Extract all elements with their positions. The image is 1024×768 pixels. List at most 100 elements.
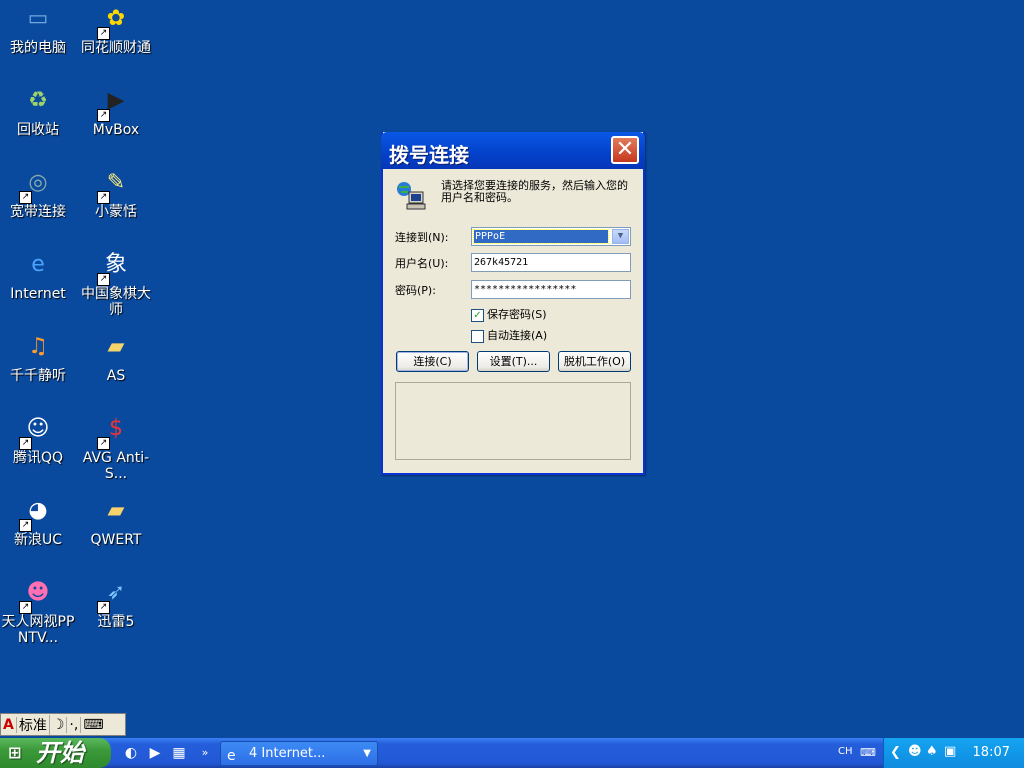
tray-expand-icon[interactable]: ❮ xyxy=(890,745,901,760)
shortcut-arrow-icon: ↗ xyxy=(97,601,110,614)
ppntv-icon: ☻ ↗ xyxy=(19,578,55,614)
ime-mode[interactable]: 标准 xyxy=(17,714,50,735)
internet-explorer-icon: e xyxy=(31,252,45,277)
moon-icon[interactable]: ☽ xyxy=(50,716,68,733)
desktop-icon-ttplayer[interactable]: ♫ 千千静听 xyxy=(0,330,76,384)
tonghuashun-icon: ✿ ↗ xyxy=(97,4,133,40)
punctuation-toggle[interactable]: ·, xyxy=(67,716,82,733)
keyboard-icon[interactable]: ⌨ xyxy=(81,717,105,733)
dialog-title: 拨号连接 xyxy=(389,143,469,167)
ime-logo-icon[interactable]: A xyxy=(1,716,17,733)
folder-icon: ▰ xyxy=(107,334,125,359)
desktop-icon-mvbox[interactable]: ▶ ↗ MvBox xyxy=(78,84,154,138)
chevron-down-icon: ▼ xyxy=(363,748,371,759)
desktop-icon-label: 腾讯QQ xyxy=(12,450,64,466)
quicklaunch-messenger-icon[interactable]: ◐ xyxy=(122,744,140,762)
mvbox-icon: ▶ ↗ xyxy=(97,86,133,122)
task-label: 4 Internet... xyxy=(249,746,326,761)
desktop-icon-label: 千千静听 xyxy=(10,368,66,384)
username-label: 用户名(U): xyxy=(395,257,449,270)
desktop-icon-folder[interactable]: ▰ AS xyxy=(78,330,154,384)
my-computer-icon: ▭ xyxy=(27,6,49,31)
start-label: 开始 xyxy=(36,739,84,767)
desktop-icon-broadband[interactable]: ◎ ↗ 宽带连接 xyxy=(0,166,76,220)
auto-connect-box[interactable] xyxy=(471,329,484,343)
auto-connect-checkbox[interactable]: 自动连接(A) xyxy=(471,327,547,343)
broadband-icon: ◎ ↗ xyxy=(19,168,55,204)
shortcut-arrow-icon: ↗ xyxy=(19,519,32,532)
dial-up-dialog: 拨号连接 ✕ 请选择您要连接的服务，然后输入您的用户名和密码。 连接到(N): … xyxy=(381,132,645,475)
desktop-icon-thunder[interactable]: ➶ ↗ 迅雷5 xyxy=(78,576,154,630)
close-button[interactable]: ✕ xyxy=(611,136,639,164)
clock[interactable]: 18:07 xyxy=(973,745,1010,760)
intro-text: 请选择您要连接的服务，然后输入您的用户名和密码。 xyxy=(441,179,628,204)
desktop-icon-sina-uc[interactable]: ◕ ↗ 新浪UC xyxy=(0,494,76,548)
connect-button[interactable]: 连接(C) xyxy=(396,351,469,372)
avg-icon: $ ↗ xyxy=(97,414,133,450)
tray-av-icon[interactable]: ▣ xyxy=(944,744,956,759)
save-password-checkbox[interactable]: ✓ 保存密码(S) xyxy=(471,306,547,322)
taskbar-internet-group[interactable]: e 4 Internet... ▼ xyxy=(220,741,378,766)
password-label: 密码(P): xyxy=(395,284,436,297)
desktop-icon-label: 中国象棋大师 xyxy=(81,286,151,318)
desktop-icon-tonghuashun[interactable]: ✿ ↗ 同花顺财通 xyxy=(78,2,154,56)
offline-button[interactable]: 脱机工作(O) xyxy=(558,351,631,372)
status-area xyxy=(395,382,631,460)
shortcut-arrow-icon: ↗ xyxy=(19,601,32,614)
folder-icon: ▰ xyxy=(107,498,125,523)
desktop-icon-xiaomengtian[interactable]: ✎ ↗ 小蒙恬 xyxy=(78,166,154,220)
desktop-icon-label: 小蒙恬 xyxy=(95,204,137,220)
shortcut-arrow-icon: ↗ xyxy=(97,437,110,450)
desktop-icon-label: 我的电脑 xyxy=(10,40,66,56)
quicklaunch-desktop-icon[interactable]: ▦ xyxy=(170,744,188,762)
start-button[interactable]: ⊞ 开始 xyxy=(0,738,111,768)
shortcut-arrow-icon: ↗ xyxy=(97,27,110,40)
qq-icon: ☺ ↗ xyxy=(19,414,55,450)
keyboard-icon[interactable]: ⌨ xyxy=(860,746,876,759)
shortcut-arrow-icon: ↗ xyxy=(97,109,110,122)
save-password-box[interactable]: ✓ xyxy=(471,308,484,322)
desktop-icon-internet-explorer[interactable]: e Internet xyxy=(0,248,76,302)
internet-explorer-icon: e xyxy=(227,748,236,764)
desktop-icon-label: 宽带连接 xyxy=(10,204,66,220)
taskbar: ⊞ 开始 ◐ ▶ ▦ » e 4 Internet... ▼ CH ⌨ ❮ ☻ … xyxy=(0,738,1024,768)
shortcut-arrow-icon: ↗ xyxy=(19,191,32,204)
desktop-icon-folder[interactable]: ▰ QWERT xyxy=(78,494,154,548)
language-bar[interactable]: A 标准 ☽ ·, ⌨ xyxy=(0,713,126,736)
connect-to-select[interactable]: PPPoE ▼ xyxy=(471,227,631,246)
thunder-icon: ➶ ↗ xyxy=(97,578,133,614)
save-password-label: 保存密码(S) xyxy=(487,308,547,321)
desktop-icon-label: 迅雷5 xyxy=(97,614,135,630)
connect-to-label: 连接到(N): xyxy=(395,231,449,244)
chevron-down-icon[interactable]: ▼ xyxy=(612,229,629,244)
username-field[interactable]: 267k45721 xyxy=(471,253,631,272)
desktop-icon-label: QWERT xyxy=(90,532,142,548)
desktop-icon-label: 天人网视PPNTV... xyxy=(1,614,75,646)
password-field[interactable]: ***************** xyxy=(471,280,631,299)
network-computer-icon xyxy=(397,182,426,210)
settings-button[interactable]: 设置(T)... xyxy=(477,351,550,372)
desktop-icon-ppntv[interactable]: ☻ ↗ 天人网视PPNTV... xyxy=(0,576,76,646)
desktop-icon-chinese-chess[interactable]: 象 ↗ 中国象棋大师 xyxy=(78,248,154,318)
quicklaunch-more-icon[interactable]: » xyxy=(196,744,214,762)
desktop-icon-avg[interactable]: $ ↗ AVG Anti-S... xyxy=(78,412,154,482)
xiaomengtian-icon: ✎ ↗ xyxy=(97,168,133,204)
desktop-icon-label: Internet xyxy=(10,286,66,302)
recycle-bin-icon: ♻ xyxy=(28,88,48,113)
sina-uc-icon: ◕ ↗ xyxy=(19,496,55,532)
tray-app-icon[interactable]: ♠ xyxy=(926,744,938,759)
desktop-icon-label: 同花顺财通 xyxy=(81,40,151,56)
desktop-icon-qq[interactable]: ☺ ↗ 腾讯QQ xyxy=(0,412,76,466)
desktop-icon-recycle-bin[interactable]: ♻ 回收站 xyxy=(0,84,76,138)
desktop-icon-label: AVG Anti-S... xyxy=(82,450,150,482)
tray-qq-icon[interactable]: ☻ xyxy=(908,744,922,759)
desktop-icon-my-computer[interactable]: ▭ 我的电脑 xyxy=(0,2,76,56)
input-language[interactable]: CH xyxy=(838,746,853,757)
shortcut-arrow-icon: ↗ xyxy=(97,191,110,204)
auto-connect-label: 自动连接(A) xyxy=(487,329,548,342)
desktop-icon-label: MvBox xyxy=(92,122,140,138)
shortcut-arrow-icon: ↗ xyxy=(97,273,110,286)
dialog-titlebar[interactable]: 拨号连接 ✕ xyxy=(381,132,645,169)
quicklaunch-media-icon[interactable]: ▶ xyxy=(146,744,164,762)
chinese-chess-icon: 象 ↗ xyxy=(97,250,133,286)
